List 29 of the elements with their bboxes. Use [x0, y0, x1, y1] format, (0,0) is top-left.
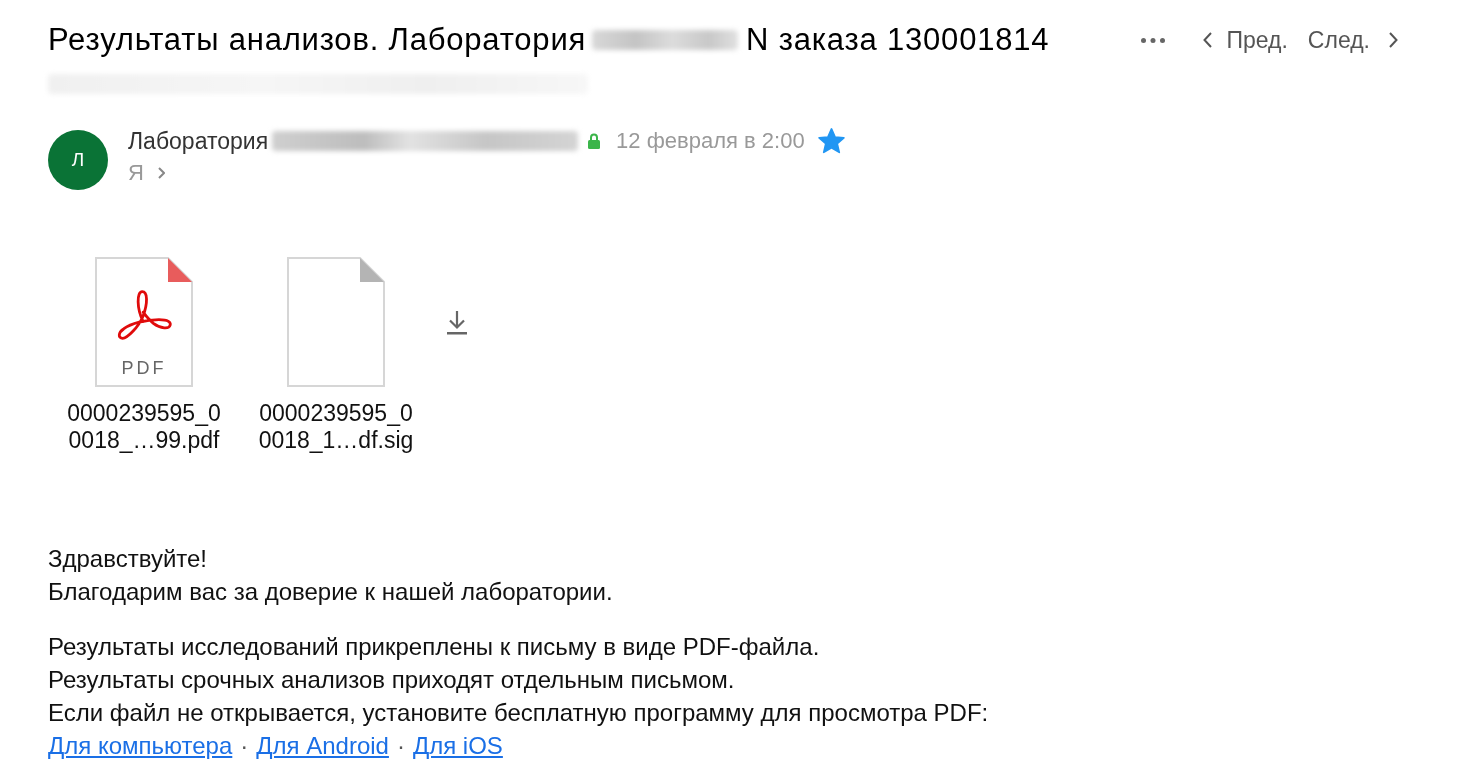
separator-dot: · — [240, 731, 249, 761]
file-name[interactable]: 0000239595_0 0018_…99.pdf — [67, 400, 221, 454]
file-type-label: PDF — [120, 358, 168, 378]
chevron-right-icon — [157, 167, 165, 179]
more-icon — [1141, 37, 1166, 43]
next-button[interactable]: След. — [1307, 25, 1398, 55]
download-link[interactable]: Для компьютера — [48, 729, 233, 762]
subject-text: Результаты анализов. Лаборатория — [48, 22, 587, 58]
body-text: Здравствуйте! — [48, 545, 208, 572]
body-text: Если файл не открывается, установите бесплатную программу для просмотра PDF: — [48, 699, 989, 726]
download-link[interactable]: Для Android — [256, 729, 389, 762]
download-icon — [447, 310, 467, 335]
message-date: 12 февраля в 2:00 — [616, 128, 805, 154]
body-text: Благодарим вас за доверие к нашей лаборатории. — [48, 578, 613, 605]
sender-name[interactable]: Лаборатория — [128, 127, 269, 155]
subject-text: N заказа 130001814 — [746, 22, 1050, 58]
pdf-swirl-icon — [116, 288, 174, 342]
previous-button[interactable]: Пред. — [1203, 25, 1288, 55]
avatar: Л — [48, 130, 108, 190]
body-text: Результаты исследований прикреплены к письму в виде PDF-файла. — [48, 633, 820, 660]
file-icon[interactable] — [95, 257, 193, 387]
body-text: Результаты срочных анализов приходят отдельным письмом. — [48, 666, 735, 693]
separator-dot: · — [396, 731, 405, 761]
download-button[interactable] — [447, 310, 467, 335]
chevron-left-icon — [1203, 32, 1213, 48]
file-name[interactable]: 0000239595_0 0018_1…df.sig — [258, 400, 414, 454]
chevron-right-icon — [1389, 32, 1398, 48]
star-icon[interactable] — [817, 128, 845, 154]
download-link[interactable]: Для iOS — [412, 729, 503, 762]
